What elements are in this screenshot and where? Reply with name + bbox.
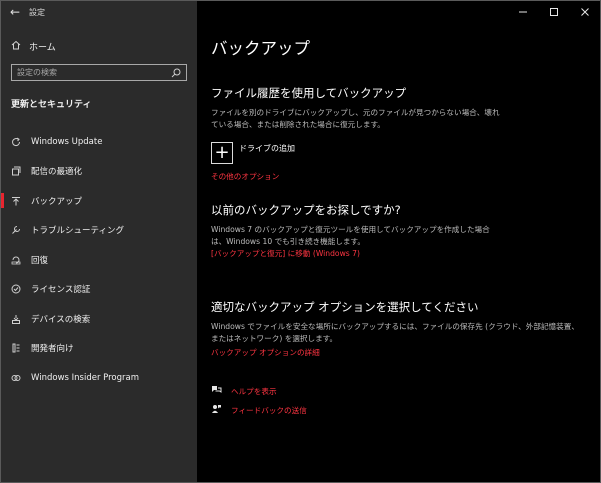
file-history-description: ファイルを別のドライブにバックアップし、元のファイルが見つからない場合、壊れてい… bbox=[211, 108, 500, 129]
recovery-icon bbox=[11, 255, 31, 265]
sidebar-item-label: Windows Update bbox=[31, 136, 103, 147]
more-options-link[interactable]: その他のオプション bbox=[211, 171, 600, 182]
main-content: バックアップ ファイル履歴を使用してバックアップ ファイルを別のドライブにバック… bbox=[197, 1, 600, 482]
plus-icon: + bbox=[214, 142, 230, 163]
search-icon[interactable] bbox=[171, 68, 181, 78]
sidebar-item-label: 配信の最適化 bbox=[31, 167, 83, 178]
sidebar-item-label: Windows Insider Program bbox=[31, 372, 140, 383]
title-bar: ← 設定 bbox=[1, 1, 197, 23]
sidebar-item-label: トラブルシューティング bbox=[31, 226, 124, 237]
feedback-link[interactable]: フィードバックの送信 bbox=[231, 405, 307, 416]
search-placeholder: 設定の検索 bbox=[17, 68, 57, 77]
check-circle-icon bbox=[11, 284, 31, 294]
get-help-row[interactable]: ヘルプを表示 bbox=[211, 382, 600, 401]
search-input[interactable]: 設定の検索 bbox=[11, 64, 187, 81]
get-help-link[interactable]: ヘルプを表示 bbox=[231, 386, 277, 397]
insider-icon bbox=[11, 373, 31, 383]
window-title: 設定 bbox=[29, 7, 45, 17]
developer-icon bbox=[11, 343, 31, 353]
window-controls bbox=[507, 1, 600, 23]
backup-options-details-link[interactable]: バックアップ オプションの詳細 bbox=[211, 347, 600, 358]
home-link[interactable]: ホーム bbox=[1, 36, 197, 56]
sync-icon bbox=[11, 137, 31, 147]
sidebar-item-backup[interactable]: バックアップ bbox=[1, 186, 197, 216]
choose-option-heading: 適切なバックアップ オプションを選択してください bbox=[211, 300, 479, 314]
back-arrow-icon[interactable]: ← bbox=[1, 5, 29, 19]
settings-window: ← 設定 ホーム 設定の検索 更新とセキュリティ Windows Update bbox=[0, 0, 601, 483]
file-history-heading: ファイル履歴を使用してバックアップ bbox=[211, 86, 407, 100]
sidebar-item-label: デバイスの検索 bbox=[31, 314, 91, 325]
sidebar-item-label: 回復 bbox=[31, 255, 49, 266]
add-drive-label[interactable]: ドライブの追加 bbox=[239, 143, 295, 154]
backup-restore-link[interactable]: [バックアップと復元] に移動 (Windows 7) bbox=[211, 248, 600, 259]
close-icon[interactable] bbox=[569, 1, 600, 23]
minimize-icon[interactable] bbox=[507, 1, 538, 23]
feedback-person-icon bbox=[211, 404, 231, 417]
home-icon bbox=[11, 40, 29, 53]
feedback-row[interactable]: フィードバックの送信 bbox=[211, 401, 600, 420]
choose-option-description: Windows でファイルを安全な場所にバックアップするには、ファイルの保存先 … bbox=[211, 322, 579, 343]
sidebar-item-insider[interactable]: Windows Insider Program bbox=[1, 363, 197, 393]
sidebar-item-label: ライセンス認証 bbox=[31, 285, 91, 296]
older-backup-heading: 以前のバックアップをお探しですか? bbox=[211, 203, 401, 217]
page-title: バックアップ bbox=[211, 39, 310, 58]
sidebar-item-recovery[interactable]: 回復 bbox=[1, 245, 197, 275]
home-label: ホーム bbox=[29, 42, 56, 53]
wrench-icon bbox=[11, 225, 31, 235]
sidebar-item-label: バックアップ bbox=[31, 196, 83, 207]
sidebar-item-find-device[interactable]: デバイスの検索 bbox=[1, 304, 197, 334]
backup-arrow-icon bbox=[11, 196, 31, 206]
sidebar-item-troubleshoot[interactable]: トラブルシューティング bbox=[1, 216, 197, 246]
section-title: 更新とセキュリティ bbox=[11, 100, 92, 110]
sidebar: ← 設定 ホーム 設定の検索 更新とセキュリティ Windows Update bbox=[1, 1, 197, 482]
sidebar-item-windows-update[interactable]: Windows Update bbox=[1, 127, 197, 157]
sidebar-item-delivery-optimization[interactable]: 配信の最適化 bbox=[1, 157, 197, 187]
sidebar-item-label: 開発者向け bbox=[31, 344, 74, 355]
older-backup-description: Windows 7 のバックアップと復元ツールを使用してバックアップを作成した場… bbox=[211, 225, 490, 246]
add-drive-button[interactable]: + bbox=[211, 142, 233, 164]
delivery-optimization-icon bbox=[11, 166, 31, 176]
sidebar-item-activation[interactable]: ライセンス認証 bbox=[1, 275, 197, 305]
sidebar-item-developers[interactable]: 開発者向け bbox=[1, 334, 197, 364]
sidebar-nav: Windows Update 配信の最適化 バックアップ トラブルシューティング bbox=[1, 127, 197, 393]
find-device-icon bbox=[11, 314, 31, 324]
chat-help-icon bbox=[211, 385, 231, 398]
maximize-icon[interactable] bbox=[538, 1, 569, 23]
